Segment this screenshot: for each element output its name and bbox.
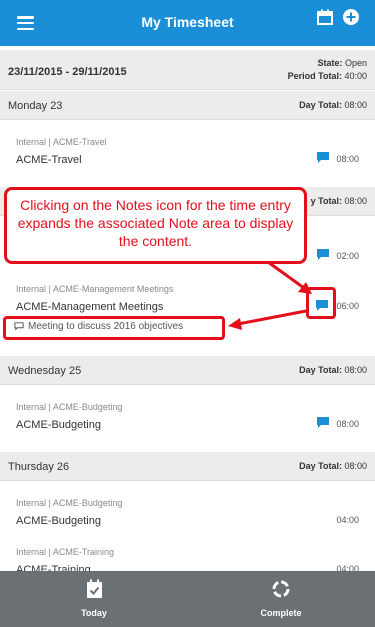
day-header-wednesday[interactable]: Wednesday 25 Day Total: 08:00 — [0, 356, 375, 385]
entry-category: Internal | ACME-Budgeting — [16, 498, 123, 508]
entry-category: Internal | ACME-Training — [16, 547, 115, 557]
day-name: Thursday 26 — [8, 461, 70, 473]
entry-name: ACME-Travel — [16, 154, 82, 166]
period-status: State: Open Period Total: 40:00 — [288, 57, 367, 83]
state-value: Open — [344, 58, 367, 68]
state-label: State: — [317, 58, 343, 68]
entry-name: ACME-Management Meetings — [16, 301, 164, 313]
day-header-monday[interactable]: Monday 23 Day Total: 08:00 — [0, 91, 375, 120]
tab-label: Complete — [260, 608, 302, 618]
tab-today[interactable]: Today — [34, 571, 154, 627]
day-name: Wednesday 25 — [8, 365, 82, 377]
annotation-highlight-note — [3, 316, 225, 340]
annotation-highlight-icon — [306, 287, 336, 319]
day-total: Day Total: 08:00 — [299, 461, 367, 471]
day-total: Day Total: 08:00 — [299, 365, 367, 375]
entry-hours: 08:00 — [336, 154, 359, 164]
entry-hours: 08:00 — [336, 419, 359, 429]
tab-complete[interactable]: Complete — [221, 571, 341, 627]
bottom-tab-bar: Today Complete — [0, 571, 375, 627]
calendar-icon[interactable] — [317, 9, 333, 25]
entry-category: Internal | ACME-Travel — [16, 137, 107, 147]
app-header: My Timesheet — [0, 0, 375, 46]
note-icon[interactable] — [317, 249, 329, 260]
entry-category: Internal | ACME-Budgeting — [16, 402, 123, 412]
day-name: Monday 23 — [8, 100, 63, 112]
period-summary: 23/11/2015 - 29/11/2015 State: Open Peri… — [0, 50, 375, 90]
add-entry-icon[interactable] — [343, 9, 359, 25]
day-header-thursday[interactable]: Thursday 26 Day Total: 08:00 — [0, 452, 375, 481]
note-icon[interactable] — [317, 152, 329, 163]
note-icon[interactable] — [317, 417, 329, 428]
period-total-value: 40:00 — [344, 71, 367, 81]
period-total-label: Period Total: — [287, 71, 342, 81]
day-total: y Total: 08:00 — [310, 196, 367, 206]
tab-label: Today — [81, 608, 107, 618]
period-range: 23/11/2015 - 29/11/2015 — [8, 66, 127, 78]
entry-hours: 04:00 — [336, 515, 359, 525]
entry-hours: 06:00 — [336, 301, 359, 311]
entry-name: ACME-Budgeting — [16, 515, 101, 527]
entry-name: ACME-Budgeting — [16, 419, 101, 431]
calendar-check-icon — [87, 579, 102, 598]
entry-hours: 02:00 — [336, 251, 359, 261]
entry-category: Internal | ACME-Management Meetings — [16, 284, 174, 294]
refresh-circle-icon — [272, 580, 290, 598]
annotation-callout: Clicking on the Notes icon for the time … — [4, 187, 307, 264]
day-total: Day Total: 08:00 — [299, 100, 367, 110]
